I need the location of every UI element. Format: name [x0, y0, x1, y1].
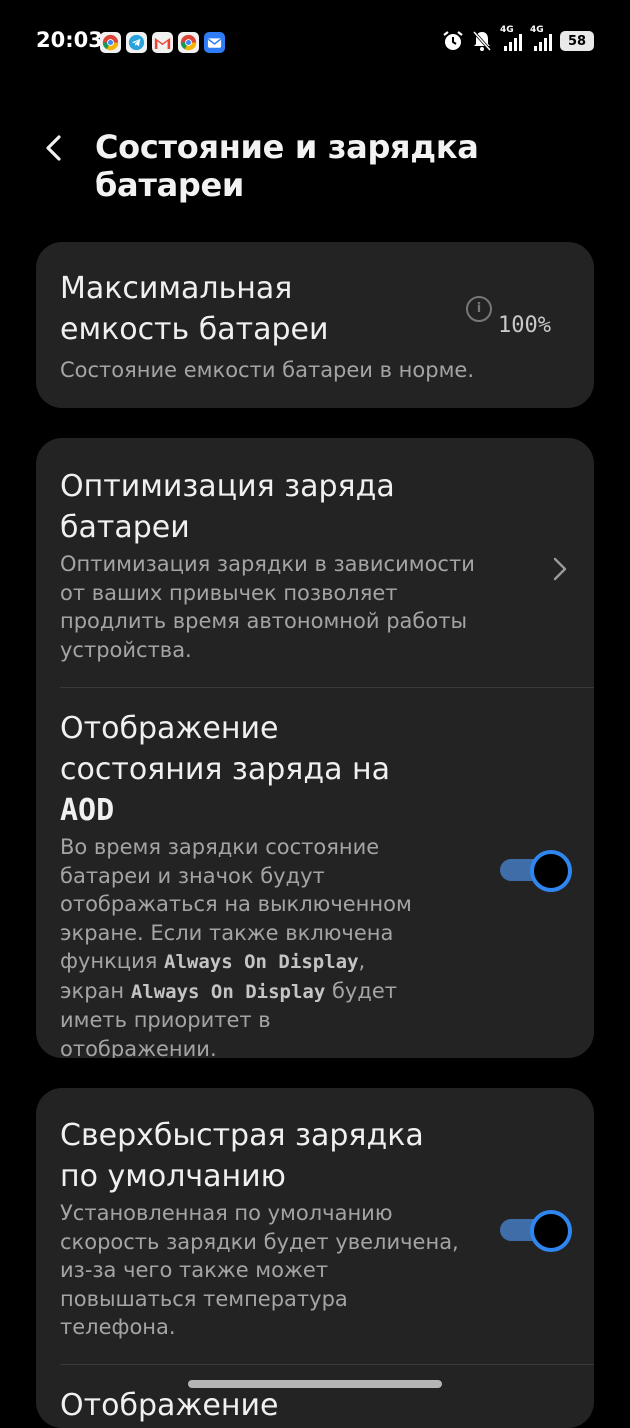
next-item-title: Отображение — [60, 1388, 279, 1423]
aod-description: Во время зарядки состояние батареи и зна… — [60, 833, 430, 1058]
capacity-description: Состояние емкости батареи в норме. — [60, 358, 475, 382]
back-button[interactable] — [34, 128, 74, 168]
capacity-title: Максимальная емкость батареи — [60, 271, 329, 347]
aod-title-abbr: AOD — [60, 793, 115, 828]
notification-icons — [100, 32, 225, 53]
superfast-title: Сверхбыстрая зарядка по умолчанию — [60, 1118, 424, 1194]
aod-title-text: Отображение состояния заряда на — [60, 711, 390, 787]
info-icon[interactable]: i — [466, 296, 492, 322]
aod-title: Отображение состояния заряда на AOD — [60, 708, 444, 831]
next-item-row[interactable]: Отображение — [36, 1365, 594, 1426]
app-header: Состояние и зарядка батареи — [0, 110, 630, 204]
mute-bell-icon — [472, 31, 492, 51]
toggle-knob — [530, 850, 572, 892]
status-time: 20:03 — [36, 28, 103, 52]
aod-desc-term: Always On Display — [130, 980, 326, 1003]
home-indicator[interactable] — [188, 1380, 442, 1388]
capacity-value: 100% — [498, 313, 551, 338]
aod-desc-term: Always On Display — [164, 951, 359, 973]
chevron-right-icon — [550, 554, 570, 584]
chrome-icon — [100, 32, 121, 53]
alarm-icon — [443, 31, 463, 50]
signal-icon: 4G — [530, 25, 552, 51]
signal-icon: 4G — [500, 25, 522, 51]
optimization-description: Оптимизация зарядки в зависимости от ваш… — [60, 552, 475, 662]
network-type-label: 4G — [500, 25, 514, 35]
system-icons: 4G 4G 58 — [442, 25, 594, 52]
superfast-description: Установленная по умолчанию скорость заря… — [60, 1201, 459, 1339]
aod-toggle[interactable] — [500, 850, 572, 892]
page-title: Состояние и зарядка батареи — [95, 128, 479, 204]
status-bar: 20:03 4G 4G 58 — [0, 0, 630, 84]
network-type-label: 4G — [530, 25, 544, 35]
battery-icon: 58 — [560, 31, 594, 51]
optimization-row[interactable]: Оптимизация заряда батареи Оптимизация з… — [36, 438, 594, 662]
chevron-left-icon — [46, 135, 61, 161]
charging-options-card: Оптимизация заряда батареи Оптимизация з… — [36, 438, 594, 1058]
telegram-icon — [126, 32, 147, 53]
gmail-icon — [152, 32, 173, 53]
optimization-title: Оптимизация заряда батареи — [60, 469, 395, 545]
toggle-knob — [530, 1210, 572, 1252]
mail-icon — [204, 32, 225, 53]
superfast-toggle[interactable] — [500, 1210, 572, 1252]
superfast-card: Сверхбыстрая зарядка по умолчанию Устано… — [36, 1088, 594, 1428]
chrome-icon — [178, 32, 199, 53]
capacity-card: Максимальная емкость батареи Состояние е… — [36, 242, 594, 408]
